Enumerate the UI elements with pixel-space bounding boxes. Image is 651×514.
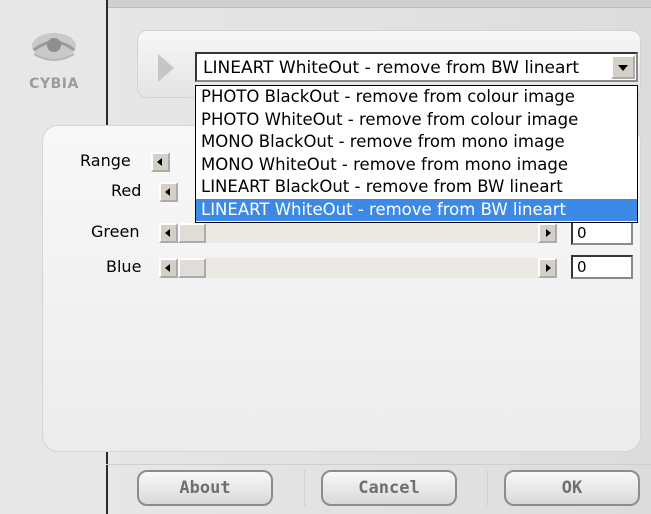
mode-dropdown-list: PHOTO BlackOut - remove from colour imag… <box>195 85 638 223</box>
dropdown-option[interactable]: MONO WhiteOut - remove from mono image <box>196 154 637 177</box>
slider-track[interactable] <box>206 258 538 278</box>
scroll-left-icon[interactable] <box>159 182 178 202</box>
slider-thumb[interactable] <box>178 223 206 243</box>
dropdown-option[interactable]: PHOTO BlackOut - remove from colour imag… <box>196 86 637 109</box>
dropdown-option[interactable]: PHOTO WhiteOut - remove from colour imag… <box>196 109 637 132</box>
green-value-field[interactable]: 0 <box>571 221 633 245</box>
slider-track[interactable] <box>206 223 538 243</box>
scroll-left-icon[interactable] <box>159 258 178 278</box>
slider-label: Range <box>80 151 131 170</box>
slider-label: Blue <box>106 257 142 276</box>
eye-icon <box>32 33 76 61</box>
cancel-button[interactable]: Cancel <box>321 470 457 506</box>
blue-value-field[interactable]: 0 <box>571 255 633 279</box>
bottom-divider <box>106 464 651 465</box>
dropdown-option-selected[interactable]: LINEART WhiteOut - remove from BW linear… <box>196 198 637 221</box>
slider-label: Red <box>111 181 142 200</box>
dialog-window: CYBIA LINEART WhiteOut - remove from BW … <box>0 0 651 514</box>
dropdown-option[interactable]: MONO BlackOut - remove from mono image <box>196 131 637 154</box>
button-separator <box>487 470 488 506</box>
logo-text: CYBIA <box>29 76 79 92</box>
play-icon <box>158 54 174 82</box>
mode-select[interactable]: LINEART WhiteOut - remove from BW linear… <box>195 52 638 82</box>
cybia-logo: CYBIA <box>28 30 80 100</box>
dropdown-option[interactable]: LINEART BlackOut - remove from BW linear… <box>196 176 637 199</box>
about-button[interactable]: About <box>137 470 273 506</box>
ok-button[interactable]: OK <box>504 470 640 506</box>
slider-thumb[interactable] <box>178 258 206 278</box>
scroll-left-icon[interactable] <box>151 152 170 172</box>
button-separator <box>304 470 305 506</box>
scroll-right-icon[interactable] <box>538 223 557 243</box>
scroll-left-icon[interactable] <box>159 223 178 243</box>
slider-label: Green <box>91 222 140 241</box>
scroll-right-icon[interactable] <box>538 258 557 278</box>
mode-select-value: LINEART WhiteOut - remove from BW linear… <box>203 58 580 78</box>
chevron-down-icon[interactable] <box>611 55 635 79</box>
